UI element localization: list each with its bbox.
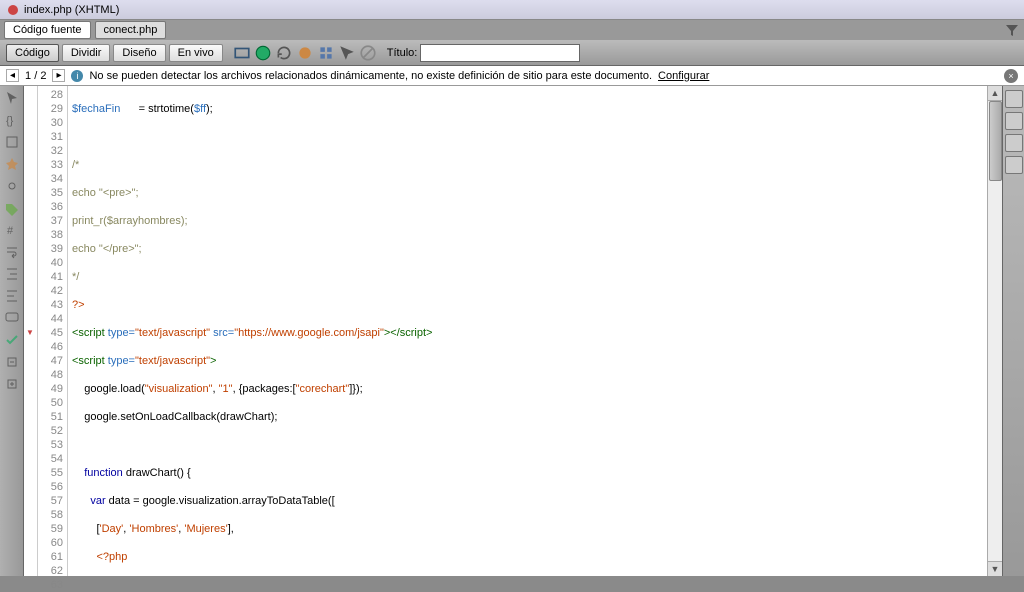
tool-link-icon[interactable] [4, 178, 20, 194]
vertical-scrollbar[interactable]: ▲ ▼ [987, 86, 1002, 576]
line-number-gutter: 2829303132333435363738394041424344454647… [38, 86, 68, 576]
live-code-icon[interactable] [233, 44, 251, 62]
panel-insert-icon[interactable] [1005, 90, 1023, 108]
tool-comment-icon[interactable] [4, 310, 20, 326]
file-title: index.php (XHTML) [24, 4, 119, 16]
tool-indent-icon[interactable] [4, 266, 20, 282]
panel-files-icon[interactable] [1005, 134, 1023, 152]
svg-text:#: # [7, 225, 14, 237]
notice-next-icon[interactable]: ▸ [52, 69, 65, 82]
tool-star-icon[interactable] [4, 156, 20, 172]
tool-wrap-icon[interactable] [4, 244, 20, 260]
filter-icon[interactable] [1004, 22, 1020, 38]
notice-bar: ◂ 1 / 2 ▸ i No se pueden detectar los ar… [0, 66, 1024, 86]
grid-icon[interactable] [317, 44, 335, 62]
scroll-down-icon[interactable]: ▼ [988, 561, 1002, 576]
design-view-button[interactable]: Diseño [113, 44, 165, 62]
notice-page: 1 / 2 [25, 70, 46, 82]
title-input[interactable] [420, 44, 580, 62]
tool-bracket-icon[interactable]: {} [4, 112, 20, 128]
panel-assets-icon[interactable] [1005, 156, 1023, 174]
title-label: Título: [387, 47, 418, 59]
notice-text: No se pueden detectar los archivos relac… [89, 70, 652, 82]
tool-check-icon[interactable] [4, 332, 20, 348]
notice-configure-link[interactable]: Configurar [658, 70, 709, 82]
breadcrumb-item-conect[interactable]: conect.php [95, 21, 167, 39]
code-view-button[interactable]: Código [6, 44, 59, 62]
right-panel-strip [1002, 86, 1024, 576]
tab-close-icon[interactable] [8, 5, 18, 15]
info-icon: i [71, 70, 83, 82]
tool-outdent-icon[interactable] [4, 288, 20, 304]
scroll-thumb[interactable] [989, 101, 1002, 181]
globe-icon[interactable] [254, 44, 272, 62]
notice-prev-icon[interactable]: ◂ [6, 69, 19, 82]
window-titlebar: index.php (XHTML) [0, 0, 1024, 20]
scroll-up-icon[interactable]: ▲ [988, 86, 1002, 101]
inspect-icon[interactable] [338, 44, 356, 62]
tool-collapse-icon[interactable] [4, 354, 20, 370]
svg-text:{}: {} [6, 115, 14, 127]
noentry-icon[interactable] [359, 44, 377, 62]
left-tool-strip: {} # [0, 86, 24, 576]
refresh-icon[interactable] [275, 44, 293, 62]
panel-css-icon[interactable] [1005, 112, 1023, 130]
live-view-button[interactable]: En vivo [169, 44, 223, 62]
split-view-button[interactable]: Dividir [62, 44, 111, 62]
notice-close-icon[interactable]: × [1004, 69, 1018, 83]
tool-arrow-icon[interactable] [4, 90, 20, 106]
tool-hash-icon[interactable]: # [4, 222, 20, 238]
view-toolbar: Código Dividir Diseño En vivo Título: [0, 40, 1024, 66]
tool-tag-icon[interactable] [4, 200, 20, 216]
tool-css-icon[interactable] [4, 134, 20, 150]
breadcrumb-item-source[interactable]: Código fuente [4, 21, 91, 39]
breadcrumb-bar: Código fuente conect.php [0, 20, 1024, 40]
tool-expand-icon[interactable] [4, 376, 20, 392]
code-editor[interactable]: $fechaFin = strtotime($ff); /* echo "<pr… [68, 86, 987, 576]
palette-icon[interactable] [296, 44, 314, 62]
